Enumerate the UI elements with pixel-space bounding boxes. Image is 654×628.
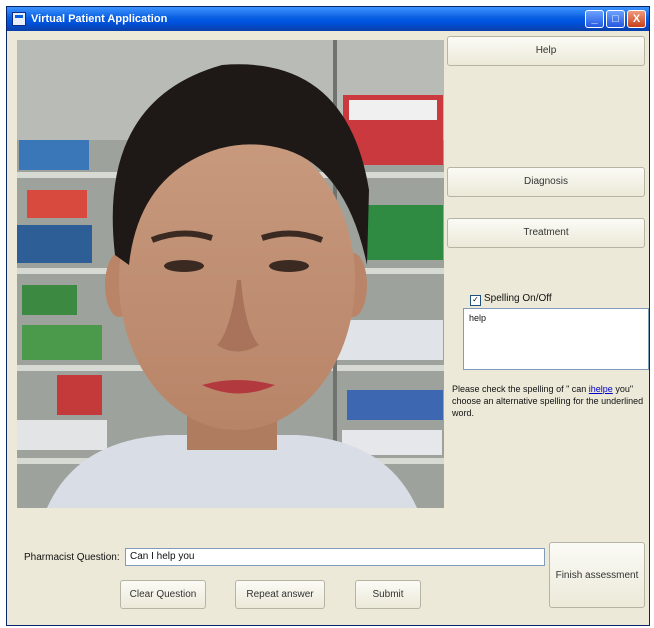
misspelled-word-link[interactable]: ihelpe: [589, 384, 613, 394]
patient-face-image: [17, 40, 444, 508]
clear-question-button[interactable]: Clear Question: [120, 580, 206, 609]
spelling-suggestions-list[interactable]: help: [463, 308, 649, 370]
spelling-toggle-label: Spelling On/Off: [484, 293, 552, 304]
app-window: Virtual Patient Application _ □ X Help D…: [6, 6, 650, 626]
repeat-answer-button[interactable]: Repeat answer: [235, 580, 325, 609]
spelling-checkbox[interactable]: ✓: [470, 295, 481, 306]
spelling-toggle[interactable]: ✓ Spelling On/Off: [470, 293, 552, 306]
close-icon[interactable]: X: [627, 10, 646, 28]
diagnosis-button[interactable]: Diagnosis: [447, 167, 645, 197]
submit-button[interactable]: Submit: [355, 580, 421, 609]
list-item[interactable]: help: [469, 313, 643, 323]
help-button[interactable]: Help: [447, 36, 645, 66]
question-input[interactable]: Can I help you: [125, 548, 545, 566]
maximize-icon[interactable]: □: [606, 10, 625, 28]
treatment-button[interactable]: Treatment: [447, 218, 645, 248]
title-bar: Virtual Patient Application _ □ X: [7, 7, 649, 31]
question-label: Pharmacist Question:: [24, 552, 120, 563]
app-window-icon: [12, 12, 26, 26]
finish-assessment-button[interactable]: Finish assessment: [549, 542, 645, 608]
spelling-message: Please check the spelling of " can ihelp…: [452, 383, 648, 419]
spelling-message-text: Please check the spelling of " can: [452, 384, 589, 394]
minimize-icon[interactable]: _: [585, 10, 604, 28]
window-title: Virtual Patient Application: [31, 13, 168, 25]
patient-video: [17, 40, 444, 508]
